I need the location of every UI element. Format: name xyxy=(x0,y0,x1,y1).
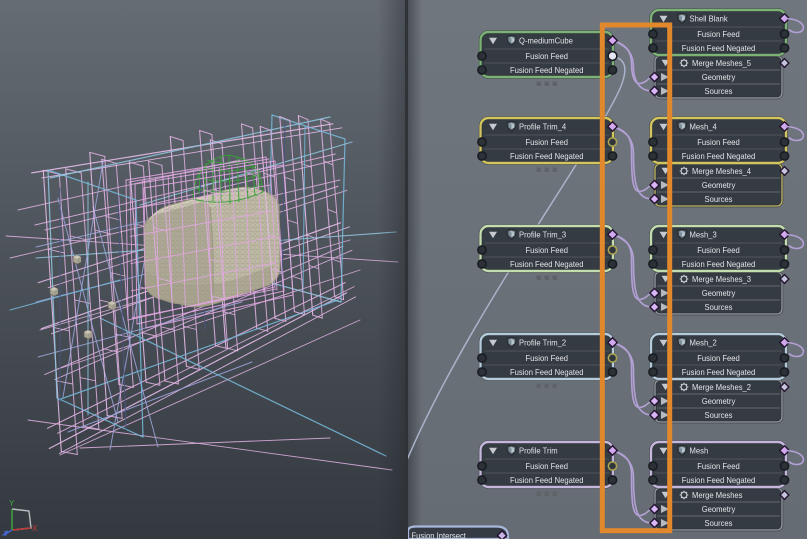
svg-text:Mesh_4: Mesh_4 xyxy=(690,122,717,132)
svg-text:Fusion Feed: Fusion Feed xyxy=(526,51,569,61)
svg-text:Profile Trim_2: Profile Trim_2 xyxy=(519,338,566,348)
svg-text:Geometry: Geometry xyxy=(702,396,736,406)
svg-text:Fusion Feed: Fusion Feed xyxy=(697,245,740,255)
svg-text:Fusion Feed: Fusion Feed xyxy=(526,245,569,255)
svg-text:Shell Blank: Shell Blank xyxy=(690,14,729,24)
svg-text:Fusion Feed Negated: Fusion Feed Negated xyxy=(682,367,756,377)
svg-text:Fusion Feed Negated: Fusion Feed Negated xyxy=(682,259,756,269)
svg-text:Mesh: Mesh xyxy=(690,446,709,456)
svg-text:Fusion Feed Negated: Fusion Feed Negated xyxy=(682,151,756,161)
svg-text:Mesh_2: Mesh_2 xyxy=(690,338,717,348)
svg-text:Profile Trim_3: Profile Trim_3 xyxy=(519,230,566,240)
svg-text:Fusion Feed: Fusion Feed xyxy=(697,137,740,147)
svg-text:Fusion Feed Negated: Fusion Feed Negated xyxy=(510,65,584,75)
svg-text:Sources: Sources xyxy=(705,518,733,528)
svg-text:Mesh_3: Mesh_3 xyxy=(690,230,717,240)
svg-text:Merge Meshes_4: Merge Meshes_4 xyxy=(692,166,751,176)
svg-text:Profile Trim: Profile Trim xyxy=(519,446,558,456)
svg-text:Fusion Intersect: Fusion Intersect xyxy=(412,531,467,539)
svg-text:Geometry: Geometry xyxy=(702,504,736,514)
svg-text:Fusion Feed: Fusion Feed xyxy=(697,461,740,471)
svg-text:Fusion Feed Negated: Fusion Feed Negated xyxy=(510,475,584,485)
svg-text:Merge Meshes_5: Merge Meshes_5 xyxy=(692,58,751,68)
svg-text:Fusion Feed Negated: Fusion Feed Negated xyxy=(510,151,584,161)
svg-text:Fusion Feed: Fusion Feed xyxy=(526,353,569,363)
svg-text:Sources: Sources xyxy=(705,194,733,204)
svg-text:Geometry: Geometry xyxy=(702,72,736,82)
svg-text:Merge Meshes: Merge Meshes xyxy=(692,490,743,500)
svg-text:Sources: Sources xyxy=(705,410,733,420)
svg-text:Merge Meshes_3: Merge Meshes_3 xyxy=(692,274,751,284)
svg-text:Fusion Feed Negated: Fusion Feed Negated xyxy=(682,475,756,485)
svg-text:Q-mediumCube: Q-mediumCube xyxy=(519,36,573,46)
svg-text:Sources: Sources xyxy=(705,302,733,312)
svg-text:Profile Trim_4: Profile Trim_4 xyxy=(519,122,566,132)
svg-text:Merge Meshes_2: Merge Meshes_2 xyxy=(692,382,751,392)
svg-text:Fusion Feed: Fusion Feed xyxy=(697,353,740,363)
svg-text:Fusion Feed Negated: Fusion Feed Negated xyxy=(682,43,756,53)
svg-text:Y: Y xyxy=(9,499,15,508)
svg-text:X: X xyxy=(32,524,38,533)
svg-text:Fusion Feed: Fusion Feed xyxy=(697,29,740,39)
svg-text:Fusion Feed Negated: Fusion Feed Negated xyxy=(510,259,584,269)
svg-text:Fusion Feed: Fusion Feed xyxy=(526,461,569,471)
svg-text:Fusion Feed: Fusion Feed xyxy=(526,137,569,147)
svg-text:Geometry: Geometry xyxy=(702,180,736,190)
svg-text:Sources: Sources xyxy=(705,86,733,96)
svg-text:Geometry: Geometry xyxy=(702,288,736,298)
svg-text:Fusion Feed Negated: Fusion Feed Negated xyxy=(510,367,584,377)
